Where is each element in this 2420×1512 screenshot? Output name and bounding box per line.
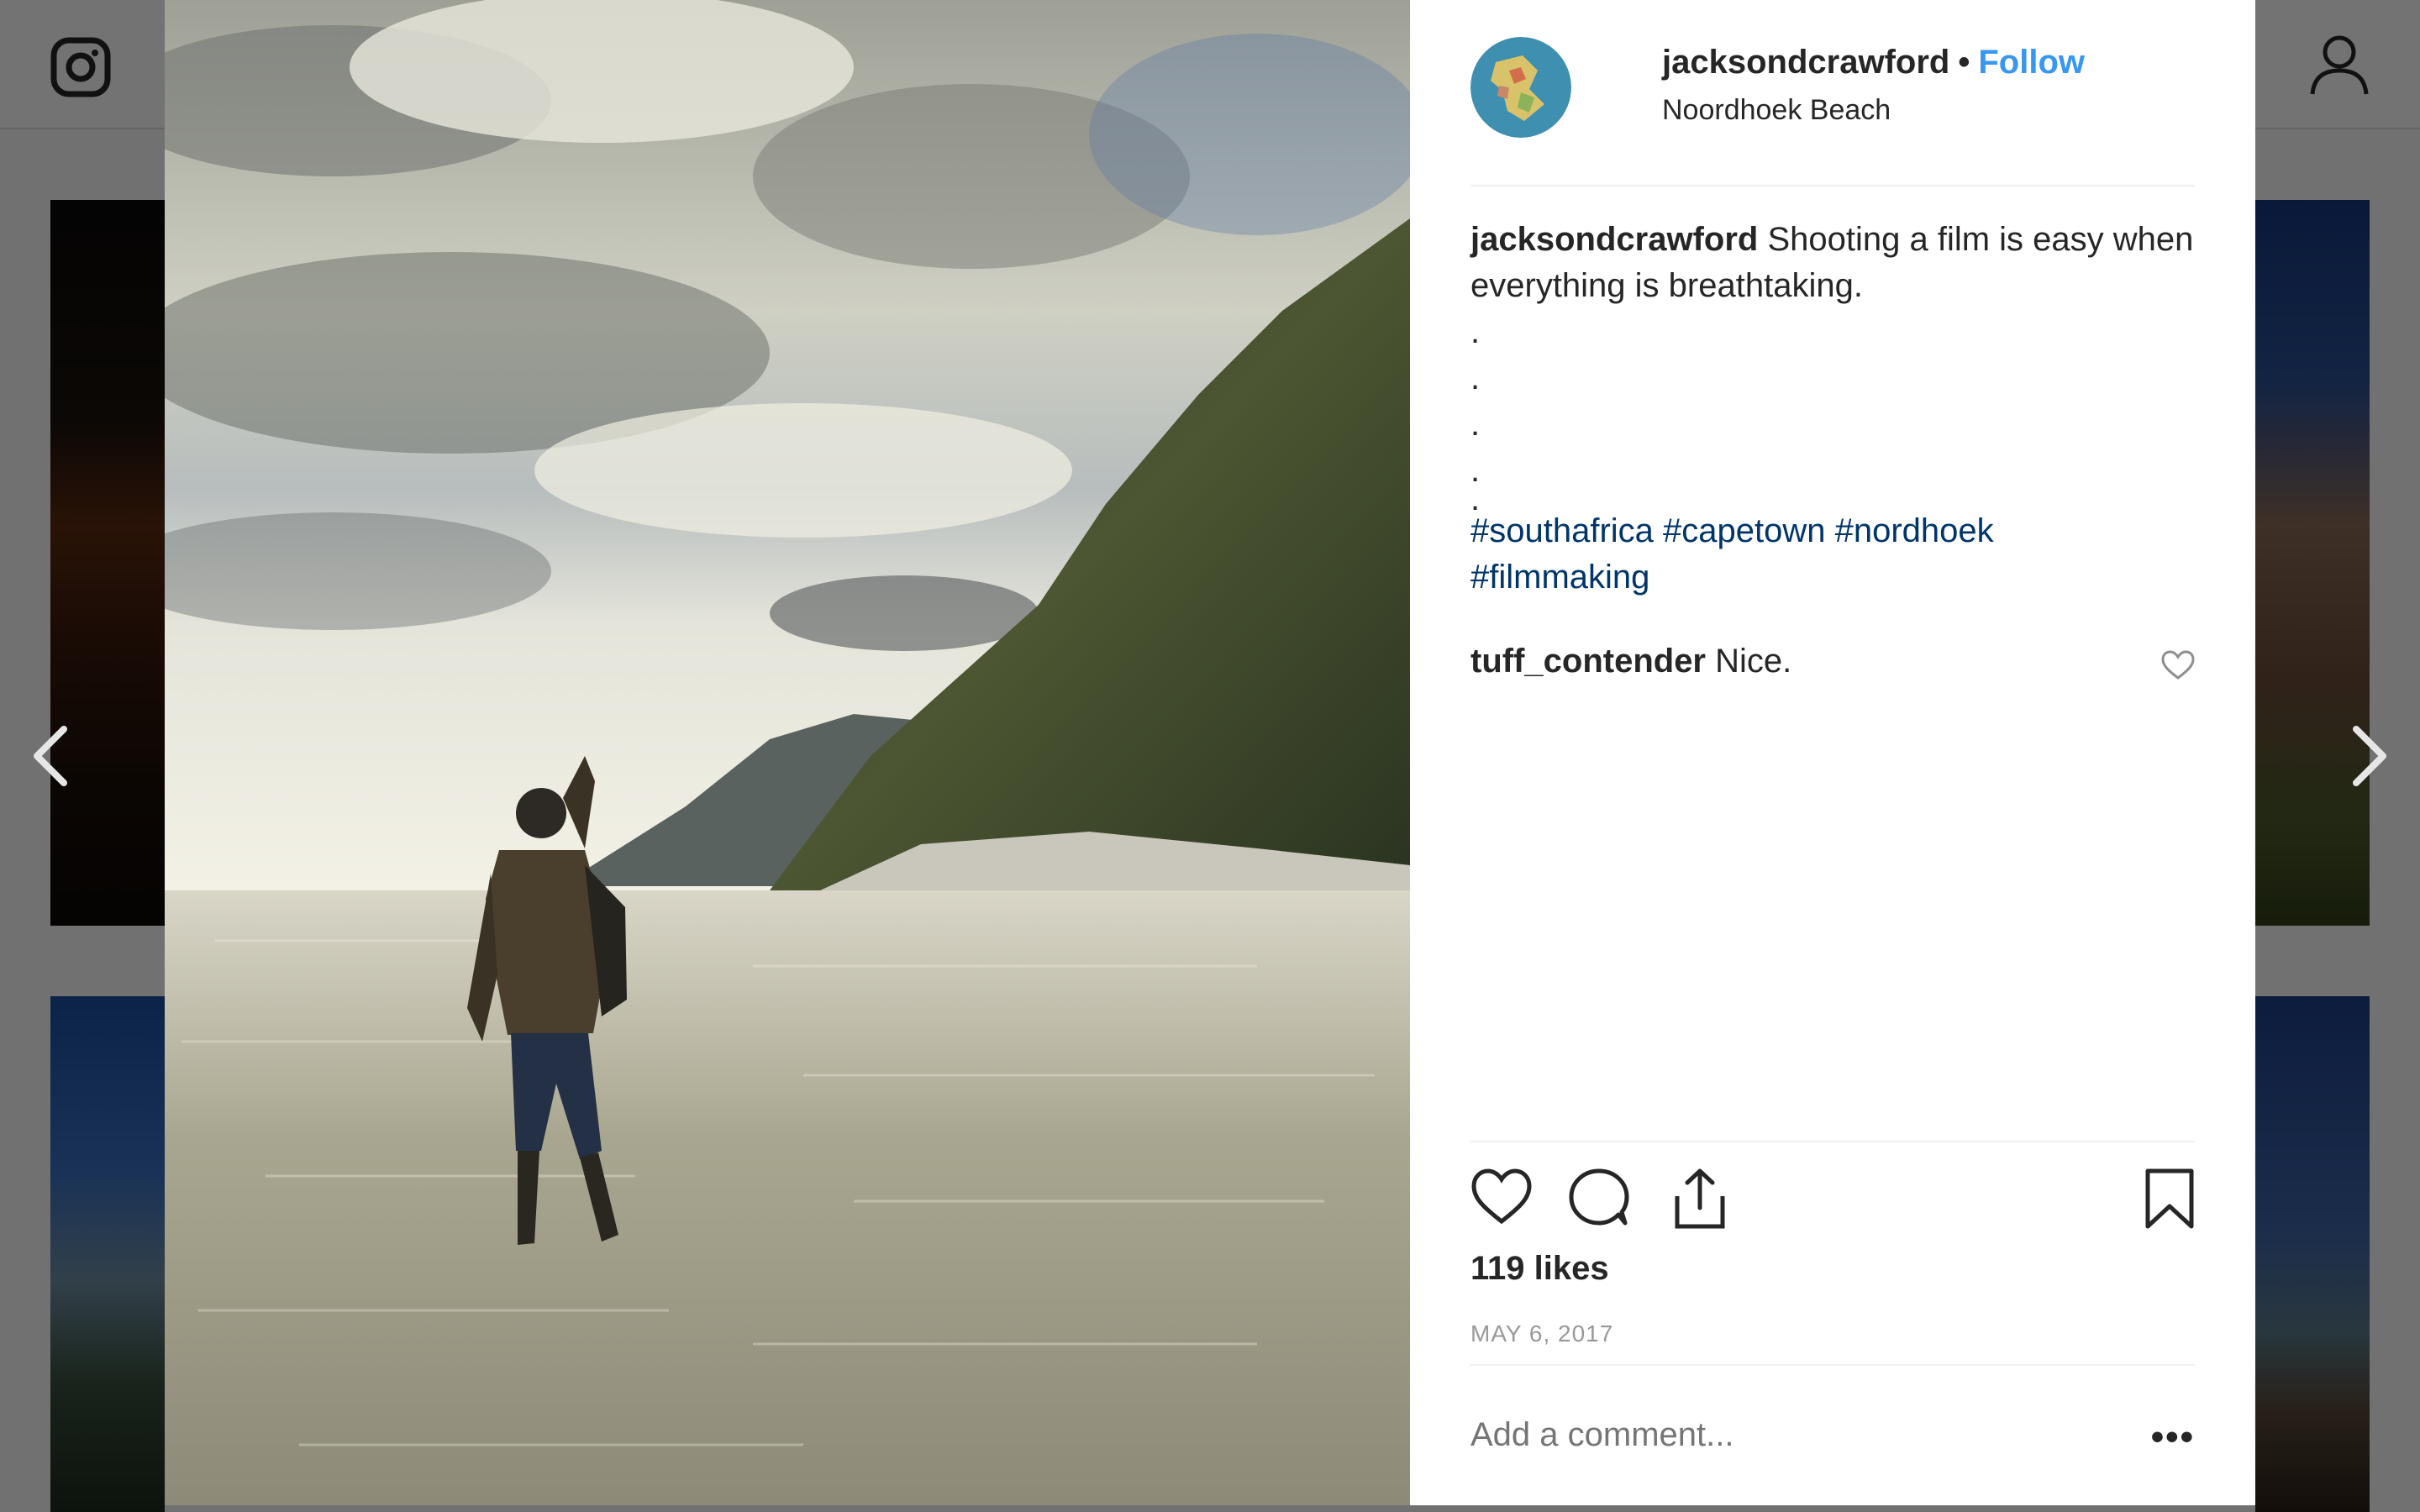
post-photo[interactable] (165, 0, 1410, 1505)
caption-dot: . (1470, 360, 1481, 396)
hashtags-line-2[interactable]: #filmmaking (1470, 554, 2195, 601)
add-comment-bar: ••• (1470, 1364, 2195, 1507)
post-location[interactable]: Noordhoek Beach (1662, 94, 1891, 127)
chevron-left-icon[interactable] (27, 724, 77, 788)
caption-dot: . (1470, 406, 1481, 443)
caption-dot: . (1470, 480, 1481, 517)
post-date[interactable]: MAY 6, 2017 (1470, 1320, 1613, 1347)
bookmark-icon[interactable] (2144, 1168, 2195, 1234)
comments-section: jacksondcrawford Shooting a film is easy… (1470, 217, 2195, 680)
comment-item: tuff_contender Nice. (1470, 638, 2195, 685)
caption-dot: . (1470, 452, 1481, 489)
caption-dot: . (1470, 313, 1481, 350)
post-author-username[interactable]: jacksondcrawford (1662, 44, 1949, 81)
post-header: jacksondcrawford • Follow Noordhoek Beach (1470, 0, 2195, 186)
share-icon[interactable] (1670, 1168, 1729, 1234)
post-details-panel: jacksondcrawford • Follow Noordhoek Beach … (1410, 0, 2255, 1505)
comment-icon[interactable] (1568, 1168, 1630, 1231)
heart-icon[interactable] (1470, 1168, 1533, 1231)
small-heart-icon[interactable] (2161, 647, 2195, 693)
more-options-button[interactable]: ••• (2151, 1416, 2195, 1458)
actions-section: 119 likes MAY 6, 2017 (1470, 1141, 2195, 1361)
separator-dot: • (1958, 44, 1970, 81)
comment-input[interactable] (1470, 1416, 2109, 1454)
likes-count[interactable]: 119 likes (1470, 1250, 1609, 1288)
post-author-row: jacksondcrawford • Follow (1662, 44, 2085, 81)
comment-username[interactable]: tuff_contender (1470, 643, 1706, 680)
hashtags-line-1[interactable]: #southafrica #capetown #nordhoek (1470, 508, 2195, 554)
follow-button[interactable]: Follow (1978, 44, 2085, 81)
caption-dots: . . . . . (1470, 309, 2195, 517)
caption: jacksondcrawford Shooting a film is easy… (1470, 217, 2195, 309)
caption-username[interactable]: jacksondcrawford (1470, 221, 1758, 258)
avatar[interactable] (1470, 37, 1571, 138)
chevron-right-icon[interactable] (2343, 724, 2393, 788)
comment-text: Nice. (1715, 643, 1792, 680)
